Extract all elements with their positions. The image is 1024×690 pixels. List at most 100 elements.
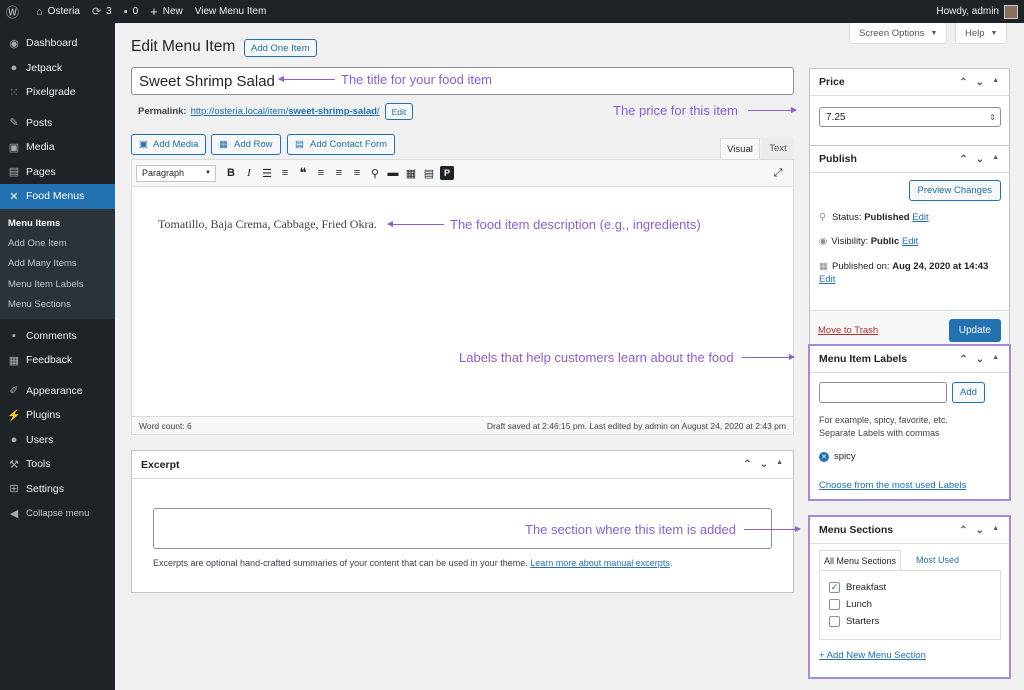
collapse-menu-button[interactable]: ◀ Collapse menu [0, 501, 115, 526]
permalink-edit-button[interactable]: Edit [384, 103, 414, 120]
sidebar-item-comments[interactable]: ▪ Comments [0, 323, 115, 348]
price-input[interactable]: 7.25 ⇕ [819, 107, 1001, 127]
new-content-link[interactable]: + New [144, 0, 189, 23]
sidebar-item-plugins[interactable]: ⚡ Plugins [0, 403, 115, 428]
add-new-menu-section-link[interactable]: + Add New Menu Section [819, 650, 926, 661]
help-button[interactable]: Help ▼ [955, 23, 1008, 44]
updates-link[interactable]: ⟳ 3 [86, 0, 118, 23]
remove-tag-icon[interactable]: ✕ [819, 451, 829, 462]
format-select[interactable]: Paragraph ▼ [136, 164, 216, 182]
checkbox-icon[interactable] [829, 616, 840, 627]
add-label-button[interactable]: Add [952, 382, 985, 403]
toggle-panel-icon[interactable]: ▲ [992, 354, 999, 365]
fullscreen-icon[interactable]: ⤢ [769, 167, 787, 180]
view-menu-item-link[interactable]: View Menu Item [189, 0, 273, 23]
section-item-breakfast[interactable]: ✓ Breakfast [829, 579, 1000, 596]
add-media-button[interactable]: ▣ Add Media [131, 134, 207, 155]
labels-input[interactable] [819, 382, 947, 403]
howdy-user[interactable]: Howdy, admin [936, 6, 999, 17]
collapse-icon: ◀ [9, 507, 19, 520]
checkbox-icon[interactable] [829, 599, 840, 610]
submenu-menu-item-labels[interactable]: Menu Item Labels [0, 274, 115, 294]
plugin-p-icon[interactable]: P [440, 166, 454, 180]
align-center-icon[interactable]: ≡ [330, 167, 348, 179]
tab-visual[interactable]: Visual [720, 138, 760, 159]
published-edit-link[interactable]: Edit [819, 274, 835, 285]
status-edit-link[interactable]: Edit [912, 212, 928, 223]
move-to-trash-link[interactable]: Move to Trash [818, 325, 878, 336]
sidebar-item-food-menus[interactable]: ✕ Food Menus [0, 184, 115, 209]
submenu-add-many-items[interactable]: Add Many Items [0, 254, 115, 274]
link-icon[interactable]: ⚲ [366, 167, 384, 180]
excerpt-help-link[interactable]: Learn more about manual excerpts [530, 558, 670, 568]
chevron-up-icon[interactable]: ⌃ [743, 459, 751, 470]
update-button[interactable]: Update [948, 319, 1001, 342]
publish-date: ▦ Published on: Aug 24, 2020 at 14:43 Edit [819, 260, 1004, 286]
plugin-icon: ⚡ [7, 409, 21, 422]
sidebar-item-appearance[interactable]: ✐ Appearance [0, 378, 115, 403]
screen-options-button[interactable]: Screen Options ▼ [849, 23, 948, 44]
chevron-down-icon[interactable]: ⌄ [976, 154, 984, 165]
submenu-add-one-item[interactable]: Add One Item [0, 234, 115, 254]
sidebar-item-posts[interactable]: ✎ Posts [0, 111, 115, 136]
sidebar-item-users[interactable]: ● Users [0, 427, 115, 452]
checkbox-checked-icon[interactable]: ✓ [829, 582, 840, 593]
chevron-up-icon[interactable]: ⌃ [959, 154, 967, 165]
avatar[interactable] [1004, 4, 1018, 19]
add-contact-form-label: Add Contact Form [309, 139, 388, 150]
toggle-panel-icon[interactable]: ▲ [776, 459, 783, 470]
chevron-down-icon[interactable]: ⌄ [976, 354, 984, 365]
sidebar-item-pages[interactable]: ▤ Pages [0, 160, 115, 185]
sidebar-item-feedback[interactable]: ▦ Feedback [0, 348, 115, 373]
permalink-link[interactable]: http://osteria.local/item/sweet-shrimp-s… [191, 106, 380, 117]
sidebar-item-media[interactable]: ▣ Media [0, 135, 115, 160]
toolbar-toggle-icon[interactable]: ▦ [402, 167, 420, 180]
section-item-starters[interactable]: Starters [829, 613, 1000, 630]
spinner-icon[interactable]: ⇕ [989, 113, 996, 122]
preview-changes-button[interactable]: Preview Changes [908, 180, 1001, 201]
submenu-menu-items[interactable]: Menu Items [0, 214, 115, 234]
read-more-icon[interactable]: ▬ [384, 167, 402, 179]
align-left-icon[interactable]: ≡ [312, 167, 330, 179]
permalink-slug: sweet-shrimp-salad [288, 106, 377, 117]
toggle-panel-icon[interactable]: ▲ [992, 77, 999, 88]
blockquote-icon[interactable]: ❝ [294, 165, 312, 181]
align-right-icon[interactable]: ≡ [348, 167, 366, 179]
toggle-panel-icon[interactable]: ▲ [992, 154, 999, 165]
chevron-down-icon[interactable]: ⌄ [760, 459, 768, 470]
chevron-up-icon[interactable]: ⌃ [959, 525, 967, 536]
sidebar-item-jetpack[interactable]: ● Jetpack [0, 56, 115, 81]
tab-text[interactable]: Text [762, 138, 794, 159]
pin-icon: ⚲ [819, 212, 826, 223]
chevron-down-icon[interactable]: ⌄ [976, 525, 984, 536]
labels-help-line2: Separate Labels with commas [819, 428, 940, 438]
sidebar-item-settings[interactable]: ⊞ Settings [0, 476, 115, 501]
add-contact-form-button[interactable]: ▤ Add Contact Form [287, 134, 396, 155]
bullet-list-icon[interactable]: ☰ [258, 167, 276, 180]
permalink-row: Permalink: http://osteria.local/item/swe… [138, 103, 414, 120]
chevron-up-icon[interactable]: ⌃ [959, 354, 967, 365]
section-item-lunch[interactable]: Lunch [829, 596, 1000, 613]
toggle-panel-icon[interactable]: ▲ [992, 525, 999, 536]
italic-icon[interactable]: I [240, 167, 258, 179]
arrow-left-icon [278, 76, 335, 82]
tab-most-used[interactable]: Most Used [912, 550, 963, 570]
tab-all-menu-sections[interactable]: All Menu Sections [819, 550, 902, 570]
chevron-down-icon[interactable]: ⌄ [976, 77, 984, 88]
sidebar-item-tools[interactable]: ⚒ Tools [0, 452, 115, 477]
add-row-button[interactable]: ▦ Add Row [211, 134, 281, 155]
add-one-item-button[interactable]: Add One Item [244, 39, 317, 57]
sidebar-item-dashboard[interactable]: ◉ Dashboard [0, 31, 115, 56]
wordpress-logo[interactable]: Ⓦ [0, 0, 30, 23]
form-icon[interactable]: ▤ [420, 167, 438, 180]
sidebar-item-pixelgrade[interactable]: ⁙ Pixelgrade [0, 80, 115, 105]
numbered-list-icon[interactable]: ≡ [276, 167, 294, 179]
choose-most-used-labels-link[interactable]: Choose from the most used Labels [819, 480, 966, 491]
submenu-menu-sections[interactable]: Menu Sections [0, 294, 115, 314]
bold-icon[interactable]: B [222, 167, 240, 179]
visibility-edit-link[interactable]: Edit [902, 236, 918, 247]
site-name-link[interactable]: ⌂ Osteria [30, 0, 86, 23]
section-label: Breakfast [846, 582, 887, 593]
chevron-up-icon[interactable]: ⌃ [959, 77, 967, 88]
comments-link[interactable]: ▪ 0 [118, 0, 144, 23]
